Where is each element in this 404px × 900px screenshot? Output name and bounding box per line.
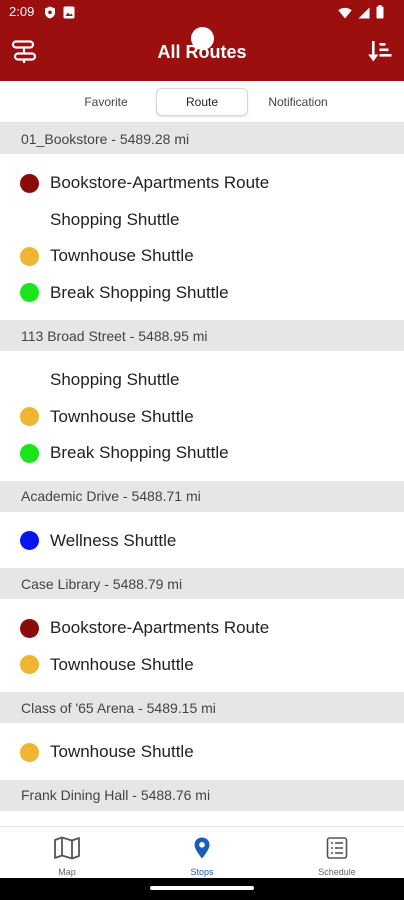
wifi-icon bbox=[338, 6, 352, 24]
route-item[interactable]: Wellness Shuttle bbox=[0, 523, 404, 560]
route-item[interactable]: Bookstore-Apartments Route bbox=[0, 165, 404, 202]
stop-routes: Wellness Shuttle bbox=[0, 512, 404, 569]
tab-notification[interactable]: Notification bbox=[252, 88, 344, 116]
app-bar: All Routes bbox=[0, 26, 404, 81]
nav-stops[interactable]: Stops bbox=[135, 827, 269, 879]
sort-icon bbox=[367, 39, 393, 68]
photo-notification-icon bbox=[63, 6, 75, 24]
route-color-dot bbox=[20, 618, 39, 638]
route-name: Bookstore-Apartments Route bbox=[50, 173, 270, 193]
route-name: Townhouse Shuttle bbox=[50, 406, 194, 426]
cell-signal-icon bbox=[358, 6, 370, 24]
route-item[interactable]: Townhouse Shuttle bbox=[0, 399, 404, 436]
route-name: Wellness Shuttle bbox=[50, 530, 177, 550]
stop-section: 113 Broad Street - 5488.95 mi Shopping S… bbox=[0, 320, 404, 481]
page-title: All Routes bbox=[157, 42, 247, 62]
gesture-navigation-bar bbox=[0, 878, 404, 900]
route-color-dot bbox=[20, 655, 39, 675]
route-name: Break Shopping Shuttle bbox=[50, 443, 229, 463]
status-time: 2:09 bbox=[9, 4, 35, 19]
route-item[interactable]: Break Shopping Shuttle bbox=[0, 435, 404, 472]
stop-header[interactable]: 113 Broad Street - 5488.95 mi bbox=[0, 320, 404, 351]
route-item[interactable]: Shopping Shuttle bbox=[0, 362, 404, 399]
stop-routes: Bookstore-Apartments Route Shopping Shut… bbox=[0, 154, 404, 320]
route-color-dot bbox=[20, 407, 39, 427]
tab-favorite[interactable]: Favorite bbox=[70, 88, 142, 116]
stop-header[interactable]: Academic Drive - 5488.71 mi bbox=[0, 480, 404, 512]
route-item[interactable]: Townhouse Shuttle bbox=[0, 734, 404, 771]
stop-section: Academic Drive - 5488.71 mi Wellness Shu… bbox=[0, 480, 404, 569]
bottom-navigation: Map Stops Schedule bbox=[0, 826, 404, 878]
stop-list[interactable]: 01_Bookstore - 5489.28 mi Bookstore-Apar… bbox=[0, 123, 404, 826]
stop-routes: Bookstore-Apartments Route Townhouse Shu… bbox=[0, 599, 404, 692]
route-color-dot bbox=[20, 246, 39, 266]
stop-section: Frank Dining Hall - 5488.76 mi bbox=[0, 779, 404, 811]
segment-tabs: Favorite Route Notification bbox=[0, 81, 404, 123]
route-name: Shopping Shuttle bbox=[50, 370, 180, 390]
map-icon bbox=[53, 836, 81, 865]
stop-section: 01_Bookstore - 5489.28 mi Bookstore-Apar… bbox=[0, 123, 404, 320]
shield-notification-icon bbox=[44, 6, 56, 24]
status-bar: 2:09 bbox=[0, 0, 404, 26]
home-indicator[interactable] bbox=[150, 886, 254, 890]
nav-map[interactable]: Map bbox=[0, 827, 134, 879]
stop-routes: Shopping Shuttle Townhouse Shuttle Break… bbox=[0, 351, 404, 481]
route-name: Townhouse Shuttle bbox=[50, 246, 194, 266]
stop-header[interactable]: Class of '65 Arena - 5489.15 mi bbox=[0, 692, 404, 723]
route-color-dot bbox=[20, 283, 39, 303]
route-color-dot bbox=[20, 531, 39, 551]
nav-map-label: Map bbox=[58, 867, 76, 877]
location-pin-icon bbox=[190, 836, 214, 865]
stop-section: Case Library - 5488.79 mi Bookstore-Apar… bbox=[0, 568, 404, 692]
stop-header[interactable]: 01_Bookstore - 5489.28 mi bbox=[0, 123, 404, 154]
battery-icon bbox=[376, 5, 384, 24]
route-item[interactable]: Townhouse Shuttle bbox=[0, 647, 404, 684]
route-name: Townhouse Shuttle bbox=[50, 742, 194, 762]
nav-schedule-label: Schedule bbox=[318, 867, 356, 877]
route-item[interactable]: Townhouse Shuttle bbox=[0, 238, 404, 275]
route-item[interactable]: Shopping Shuttle bbox=[0, 202, 404, 239]
route-name: Shopping Shuttle bbox=[50, 209, 180, 229]
nav-stops-label: Stops bbox=[190, 867, 214, 877]
route-name: Break Shopping Shuttle bbox=[50, 282, 229, 302]
stop-header[interactable]: Case Library - 5488.79 mi bbox=[0, 568, 404, 599]
route-name: Bookstore-Apartments Route bbox=[50, 618, 270, 638]
status-notification-icons bbox=[44, 6, 75, 24]
route-item[interactable]: Break Shopping Shuttle bbox=[0, 275, 404, 312]
route-name: Townhouse Shuttle bbox=[50, 654, 194, 674]
stop-section: Class of '65 Arena - 5489.15 mi Townhous… bbox=[0, 692, 404, 780]
route-color-dot bbox=[20, 173, 39, 193]
system-status-icons bbox=[338, 5, 384, 24]
stop-header[interactable]: Frank Dining Hall - 5488.76 mi bbox=[0, 779, 404, 811]
route-color-dot bbox=[20, 443, 39, 463]
stop-routes: Townhouse Shuttle bbox=[0, 723, 404, 780]
route-color-dot bbox=[20, 742, 39, 762]
sort-button[interactable] bbox=[364, 39, 396, 67]
route-item[interactable]: Bookstore-Apartments Route bbox=[0, 610, 404, 647]
schedule-icon bbox=[325, 836, 349, 865]
nav-schedule[interactable]: Schedule bbox=[270, 827, 404, 879]
tab-route[interactable]: Route bbox=[156, 88, 248, 116]
